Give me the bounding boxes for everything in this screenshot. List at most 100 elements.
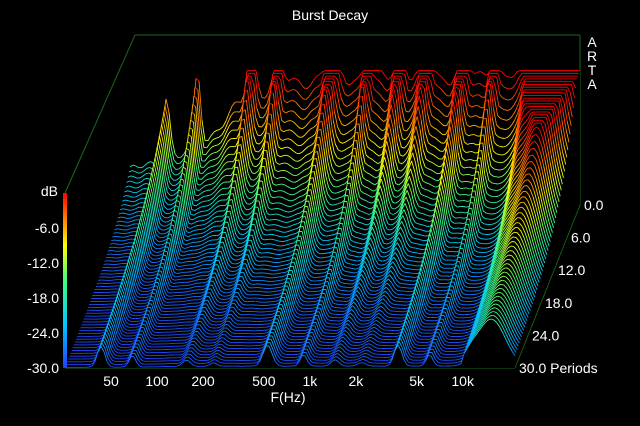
slice-line bbox=[274, 224, 278, 226]
slice-line bbox=[286, 129, 290, 131]
slice-line bbox=[479, 275, 483, 277]
slice-line bbox=[470, 196, 475, 198]
slice-line bbox=[210, 171, 214, 174]
slice-line bbox=[269, 219, 273, 221]
slice-line bbox=[312, 272, 316, 275]
slice-line bbox=[139, 202, 143, 204]
slice-line bbox=[285, 138, 289, 140]
slice-line bbox=[141, 192, 145, 195]
slice-line bbox=[248, 191, 252, 194]
slice-line bbox=[306, 194, 310, 197]
slice-line bbox=[255, 150, 259, 153]
slice-line bbox=[349, 259, 353, 261]
slice-line bbox=[177, 272, 181, 274]
slice-line bbox=[347, 182, 351, 185]
slice-line bbox=[171, 219, 175, 222]
slice-line bbox=[328, 247, 332, 250]
slice-line bbox=[121, 212, 126, 214]
slice-line bbox=[189, 277, 193, 280]
slice-line bbox=[283, 235, 287, 238]
slice-line bbox=[301, 221, 305, 223]
slice-line bbox=[124, 204, 128, 206]
slice-line bbox=[414, 238, 418, 240]
slice-line bbox=[193, 256, 197, 259]
slice-line bbox=[203, 260, 207, 262]
slice-line bbox=[471, 174, 475, 176]
slice-line bbox=[303, 211, 307, 213]
slice-line bbox=[344, 194, 349, 197]
slice-line bbox=[182, 264, 186, 267]
slice-line bbox=[196, 245, 200, 247]
slice-line bbox=[288, 251, 292, 253]
slice-line bbox=[278, 276, 282, 278]
slice-line bbox=[486, 212, 490, 215]
slice-line bbox=[324, 252, 328, 254]
slice-line bbox=[118, 263, 122, 265]
slice-line bbox=[120, 216, 124, 219]
slice-line bbox=[169, 229, 173, 231]
slice-line bbox=[244, 214, 248, 216]
slice-line bbox=[230, 277, 234, 280]
slice-line bbox=[482, 228, 487, 230]
slice-line bbox=[122, 243, 126, 245]
slice-line bbox=[252, 172, 256, 174]
slice-line bbox=[327, 252, 331, 254]
slice-line bbox=[331, 233, 335, 236]
slice-line bbox=[205, 195, 210, 197]
slice-line bbox=[501, 137, 505, 139]
slice-line bbox=[140, 197, 144, 200]
slice-line bbox=[249, 185, 253, 187]
slice-line bbox=[198, 275, 202, 277]
slice-line bbox=[333, 198, 337, 200]
slice-line bbox=[318, 252, 322, 255]
slice-line bbox=[271, 208, 275, 210]
slice-line bbox=[208, 183, 212, 186]
slice-line bbox=[358, 247, 362, 249]
slice-line bbox=[525, 179, 529, 181]
slice-line bbox=[257, 134, 261, 137]
slice-line bbox=[322, 260, 326, 263]
slice-line bbox=[350, 267, 354, 270]
slice-line bbox=[269, 269, 273, 271]
slice-line bbox=[357, 251, 361, 254]
slice-line bbox=[310, 280, 314, 282]
slice-line bbox=[456, 237, 460, 239]
slice-line bbox=[277, 279, 281, 282]
slice-line bbox=[347, 275, 351, 277]
slice-line bbox=[329, 220, 333, 222]
slice-line bbox=[326, 256, 330, 258]
slice-line bbox=[331, 209, 335, 212]
slice-line bbox=[304, 205, 308, 208]
slice-line bbox=[269, 256, 273, 259]
slice-line bbox=[273, 253, 277, 255]
slice-line bbox=[251, 275, 255, 278]
slice-line bbox=[472, 167, 477, 169]
slice-line bbox=[330, 238, 334, 241]
slice-line bbox=[112, 235, 116, 238]
slice-line bbox=[502, 128, 506, 131]
slice-line bbox=[121, 246, 125, 249]
slice-line bbox=[298, 136, 302, 138]
slice-line bbox=[416, 228, 421, 230]
slice-line bbox=[246, 203, 250, 205]
slice-line bbox=[283, 154, 287, 157]
slice-line bbox=[332, 204, 336, 206]
slice-line bbox=[378, 271, 382, 274]
slice-line bbox=[253, 165, 257, 168]
slice-line bbox=[174, 279, 178, 281]
slice-line bbox=[493, 207, 497, 209]
slice-line bbox=[414, 252, 418, 254]
slice-line bbox=[209, 177, 213, 180]
slice-line bbox=[197, 220, 201, 222]
slice-line bbox=[410, 268, 414, 270]
slice-line bbox=[412, 260, 416, 262]
slice-line bbox=[202, 264, 206, 266]
slice-line bbox=[120, 228, 124, 231]
slice-line bbox=[285, 263, 289, 266]
slice-line bbox=[376, 279, 380, 281]
slice-line bbox=[281, 268, 285, 270]
slice-line bbox=[319, 248, 323, 250]
waterfall-chart: Burst Decay ARTA dB F(Hz) -6.0-12.0-18.0… bbox=[27, 7, 604, 405]
slice-line bbox=[200, 271, 204, 274]
slice-line bbox=[198, 215, 202, 218]
